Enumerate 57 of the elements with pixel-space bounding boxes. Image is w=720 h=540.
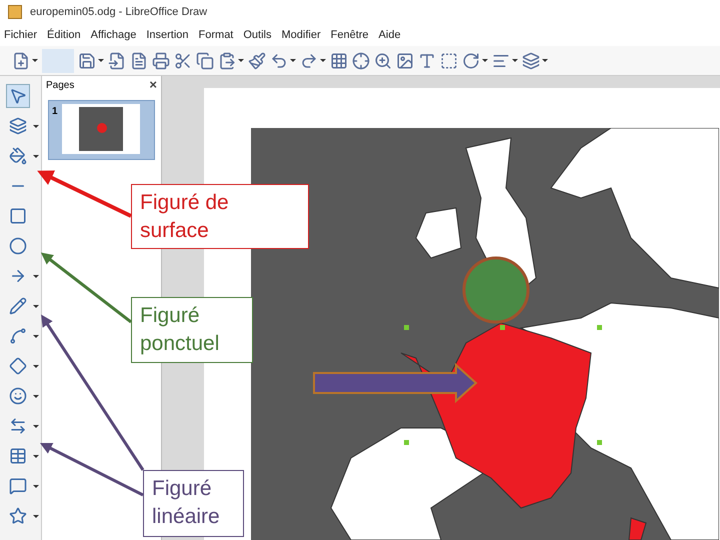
menu-item[interactable]: Affichage [90,26,136,44]
caret-icon[interactable] [33,424,39,428]
map-thumbnail [78,107,123,151]
menu-item[interactable]: Outils [243,26,272,44]
caret-icon[interactable] [320,59,326,62]
page-number: 1 [52,105,58,119]
caret-icon[interactable] [33,364,39,368]
caret-icon[interactable] [33,334,39,338]
menu-item[interactable]: Édition [47,26,81,44]
caret-icon[interactable] [290,59,296,62]
frame-icon[interactable] [440,52,458,70]
page-thumbnail[interactable]: 1 [48,100,155,160]
rotate-icon[interactable] [462,52,480,70]
undo-icon[interactable] [270,52,288,70]
brush-icon[interactable] [248,52,266,70]
app-icon [8,5,22,19]
menu-item[interactable]: Insertion [146,26,189,44]
caret-icon[interactable] [33,454,39,458]
menu-item[interactable]: Fichier [4,26,38,44]
close-button[interactable]: × [149,75,157,95]
caret-icon[interactable] [33,154,39,158]
caret-icon[interactable] [33,124,39,128]
menu-item[interactable]: Aide [378,26,401,44]
caret-icon[interactable] [33,394,39,398]
caret-icon[interactable] [98,59,104,62]
pointer-icon[interactable] [6,84,30,108]
caret-icon[interactable] [238,59,244,62]
import-icon[interactable] [108,52,126,70]
callout-label: Figuré de surface [131,184,309,249]
cut-icon[interactable] [174,52,192,70]
caret-icon[interactable] [33,274,39,278]
caret-icon[interactable] [482,59,488,62]
caret-icon[interactable] [33,304,39,308]
image-icon[interactable] [396,52,414,70]
zoom-icon[interactable] [374,52,392,70]
redo-icon[interactable] [300,52,318,70]
copy-icon[interactable] [196,52,214,70]
panel-title: Pages [46,78,74,92]
save-icon[interactable] [78,52,96,70]
menu-item[interactable]: Fenêtre [330,26,369,44]
layers-icon[interactable] [522,52,540,70]
caret-icon[interactable] [512,59,518,62]
paste-icon[interactable] [218,52,236,70]
menu-item[interactable]: Format [198,26,234,44]
callout-label: Figuré ponctuel [131,297,253,363]
caret-icon[interactable] [33,514,39,518]
grid-icon[interactable] [330,52,348,70]
crosshair-icon[interactable] [352,52,370,70]
menu-item[interactable]: Modifier [282,26,321,44]
caret-icon[interactable] [542,59,548,62]
caret-icon[interactable] [33,484,39,488]
print-icon[interactable] [152,52,170,70]
caret-icon[interactable] [32,59,38,62]
new-document-icon[interactable] [12,52,30,70]
callout-label: Figuré linéaire [143,470,244,537]
text-icon[interactable] [418,52,436,70]
window-title: europemin05.odg - LibreOffice Draw [30,4,208,20]
